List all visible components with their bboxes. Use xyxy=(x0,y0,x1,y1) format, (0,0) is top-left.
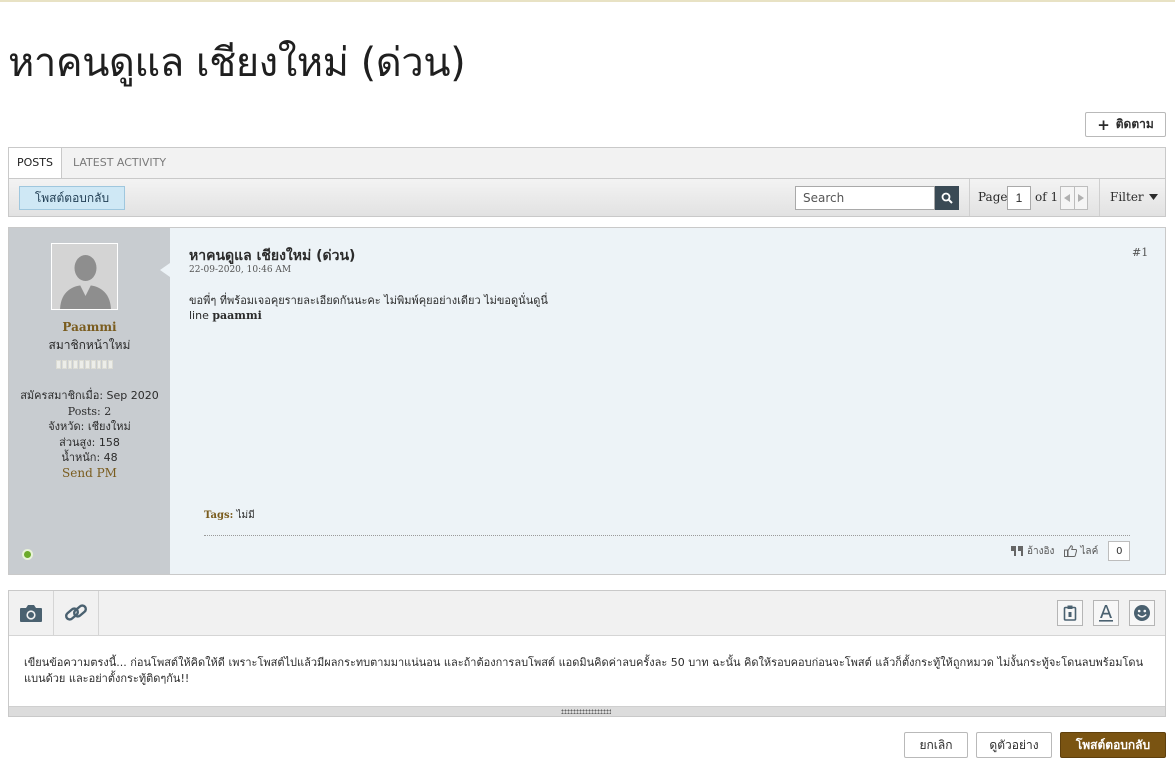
thread-toolbar: โพสต์ตอบกลับ Page of 1 Filter xyxy=(8,178,1166,217)
tags-label: Tags: xyxy=(204,510,234,521)
post-item: Paammi สมาชิกหน้าใหม่ สมัครสมาชิกเมื่อ: … xyxy=(8,227,1166,575)
page-total-label: of 1 xyxy=(1035,190,1059,204)
send-pm-link[interactable]: Send PM xyxy=(19,466,160,482)
tab-latest-activity[interactable]: Latest Activity xyxy=(73,148,166,179)
insert-image-button[interactable] xyxy=(9,591,54,635)
page-label: Page xyxy=(978,190,1008,204)
page-title: หาคนดูแล เชียงใหม่ (ด่วน) xyxy=(8,40,466,86)
follow-button[interactable]: + ติดตาม xyxy=(1085,112,1166,137)
post-title: หาคนดูแล เชียงใหม่ (ด่วน) xyxy=(189,248,356,264)
default-avatar-icon xyxy=(52,244,117,309)
post-body-bold: paammi xyxy=(212,309,262,322)
post-actions: อ้างอิง ไลค์ 0 xyxy=(1011,541,1131,561)
message-textarea[interactable]: เขียนข้อความตรงนี้... ก่อนโพสต์ให้คิดให้… xyxy=(24,655,1144,687)
reply-button[interactable]: โพสต์ตอบกลับ xyxy=(19,186,125,210)
clipboard-icon xyxy=(1063,605,1077,621)
search-icon xyxy=(941,192,953,204)
submit-reply-button[interactable]: โพสต์ตอบกลับ xyxy=(1060,732,1166,758)
thumbs-up-icon xyxy=(1064,545,1078,557)
post-number-link[interactable]: #1 xyxy=(1132,246,1148,259)
speech-pointer xyxy=(160,263,170,277)
post-date: 22-09-2020, 10:46 AM xyxy=(189,265,292,275)
post-divider xyxy=(204,535,1130,536)
link-icon xyxy=(65,604,87,621)
tab-posts[interactable]: Posts xyxy=(9,148,62,180)
reputation-bar xyxy=(56,360,113,369)
editor-toolbar xyxy=(9,591,1165,636)
quote-label: อ้างอิง xyxy=(1027,545,1055,557)
user-title: สมาชิกหน้าใหม่ xyxy=(48,338,131,352)
filter-label: Filter xyxy=(1110,190,1144,204)
camera-icon xyxy=(20,604,42,622)
post-body-line: line paammi xyxy=(189,308,548,323)
post-body-prefix: line xyxy=(189,309,213,322)
online-status-icon xyxy=(22,549,33,560)
post-body-line: ขอพี่ๆ ที่พร้อมเจอคุยรายละเอียดกันนะคะ ไ… xyxy=(189,294,548,307)
tags-value: ไม่มี xyxy=(236,510,255,521)
user-weight: น้ำหนัก: 48 xyxy=(61,451,118,464)
filter-dropdown[interactable]: Filter xyxy=(1110,190,1158,204)
triangle-left-icon xyxy=(1064,194,1071,202)
top-rule xyxy=(0,0,1175,2)
page-number-input[interactable] xyxy=(1007,186,1031,210)
resize-grip-icon xyxy=(561,709,611,714)
like-button[interactable]: ไลค์ xyxy=(1064,544,1098,559)
user-posts: Posts: 2 xyxy=(67,404,112,418)
tab-bar: Posts Latest Activity xyxy=(8,147,1166,180)
font-icon xyxy=(1099,605,1113,622)
like-label: ไลค์ xyxy=(1080,545,1099,557)
attach-file-button[interactable] xyxy=(1057,600,1083,626)
user-info-panel: Paammi สมาชิกหน้าใหม่ สมัครสมาชิกเมื่อ: … xyxy=(9,228,170,574)
user-height: ส่วนสูง: 158 xyxy=(59,435,120,449)
quote-button[interactable]: อ้างอิง xyxy=(1011,544,1054,559)
like-count: 0 xyxy=(1108,541,1131,561)
prev-page-button[interactable] xyxy=(1061,187,1075,209)
avatar[interactable] xyxy=(51,243,118,310)
toolbar-divider xyxy=(969,179,970,216)
chevron-down-icon xyxy=(1148,194,1158,200)
follow-label: ติดตาม xyxy=(1115,117,1154,131)
quote-icon xyxy=(1011,546,1023,556)
user-details: สมัครสมาชิกเมื่อ: Sep 2020 Posts: 2 จังห… xyxy=(19,388,160,481)
next-page-button[interactable] xyxy=(1075,187,1088,209)
editor-resize-handle[interactable] xyxy=(9,706,1165,716)
plus-icon: + xyxy=(1097,115,1110,134)
emoji-button[interactable] xyxy=(1129,600,1155,626)
quick-reply-editor: เขียนข้อความตรงนี้... ก่อนโพสต์ให้คิดให้… xyxy=(8,590,1166,717)
username-link[interactable]: Paammi xyxy=(9,320,170,334)
preview-button[interactable]: ดูตัวอย่าง xyxy=(976,732,1052,758)
user-joined: สมัครสมาชิกเมื่อ: Sep 2020 xyxy=(20,389,159,402)
post-content: ขอพี่ๆ ที่พร้อมเจอคุยรายละเอียดกันนะคะ ไ… xyxy=(189,293,548,323)
page-nav xyxy=(1060,186,1088,210)
search-input[interactable] xyxy=(795,186,935,210)
search-button[interactable] xyxy=(935,186,959,210)
text-format-button[interactable] xyxy=(1093,600,1119,626)
insert-link-button[interactable] xyxy=(54,591,99,635)
triangle-right-icon xyxy=(1077,194,1084,202)
post-tags: Tags: ไม่มี xyxy=(204,508,255,523)
cancel-button[interactable]: ยกเลิก xyxy=(904,732,968,758)
smiley-icon xyxy=(1134,605,1150,621)
user-province: จังหวัด: เชียงใหม่ xyxy=(48,420,131,433)
toolbar-divider xyxy=(1099,179,1100,216)
